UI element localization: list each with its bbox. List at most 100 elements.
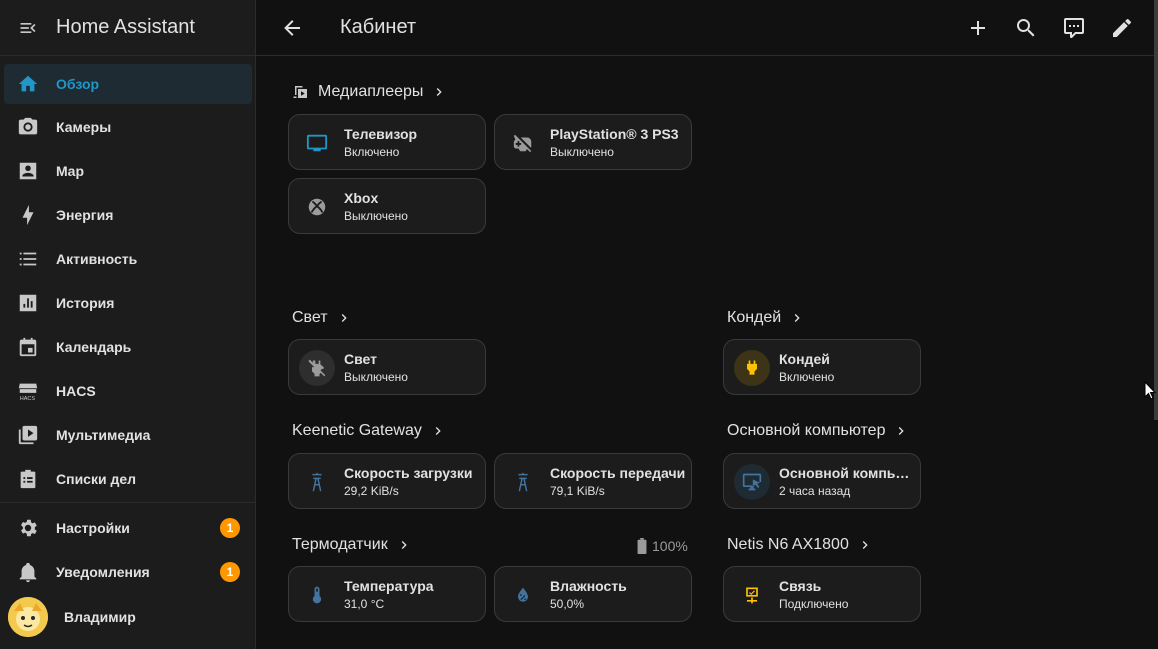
card-icon-wrap — [299, 464, 335, 500]
sidebar-item-activity[interactable]: Активность — [4, 239, 252, 279]
card-name: PlayStation® 3 PS3 — [550, 126, 679, 142]
card-icon-wrap — [299, 350, 335, 386]
map-icon — [19, 162, 37, 180]
card-state: 79,1 KiB/s — [550, 484, 605, 498]
chart-icon — [19, 294, 37, 312]
transmission-tower-icon — [518, 472, 528, 492]
card-tv[interactable]: Телевизор Включено — [288, 114, 486, 170]
card-icon-wrap — [299, 189, 335, 225]
chevron-right-icon — [435, 427, 441, 435]
sidebar-item-overview[interactable]: Обзор — [4, 64, 252, 104]
gear-icon — [21, 519, 37, 537]
monitor-cursor-icon — [742, 473, 762, 491]
chevron-right-icon — [899, 427, 905, 435]
sidebar-item-label: Уведомления — [56, 564, 150, 580]
sidebar-item-label: Энергия — [56, 207, 114, 223]
card-temperature[interactable]: Температура 31,0 °C — [288, 566, 486, 622]
card-icon-wrap — [505, 464, 541, 500]
add-button[interactable] — [966, 16, 990, 40]
card-icon-wrap — [299, 125, 335, 161]
search-button[interactable] — [1014, 16, 1038, 40]
card-icon-wrap — [299, 577, 335, 613]
card-connection[interactable]: Связь Подключено — [723, 566, 921, 622]
avatar-image — [8, 597, 48, 637]
card-ac[interactable]: Кондей Включено — [723, 339, 921, 395]
xbox-icon — [308, 198, 326, 216]
user-name[interactable]: Владимир — [64, 609, 136, 625]
scrollbar[interactable] — [1154, 0, 1158, 420]
battery-indicator: 100% — [636, 538, 688, 554]
sidebar-item-label: Map — [56, 163, 84, 179]
sidebar-item-label: Камеры — [56, 119, 112, 135]
page-title: Кабинет — [340, 16, 417, 38]
card-xbox[interactable]: Xbox Выключено — [288, 178, 486, 234]
card-download-speed[interactable]: Скорость загрузки 29,2 KiB/s — [288, 453, 486, 509]
home-icon — [18, 75, 38, 92]
section-title-text: Свет — [292, 309, 328, 326]
transmission-tower-icon — [312, 472, 322, 492]
sidebar-item-todo[interactable]: Списки дел — [4, 459, 252, 499]
card-state: Выключено — [344, 209, 408, 223]
avatar[interactable] — [8, 597, 48, 637]
section-main-pc[interactable]: Основной компьютер — [727, 422, 909, 440]
sidebar-item-label: Списки дел — [56, 471, 137, 487]
comment-processing-icon — [1064, 18, 1084, 38]
sidebar-item-label: Мультимедиа — [56, 427, 151, 443]
card-name: Xbox — [344, 190, 379, 206]
card-main-pc[interactable]: Основной компь… 2 часа назад — [723, 453, 921, 509]
card-icon-wrap — [734, 577, 770, 613]
menu-collapse-button[interactable] — [0, 0, 56, 56]
settings-badge: 1 — [220, 518, 240, 538]
search-icon — [1017, 19, 1035, 37]
section-keenetic[interactable]: Keenetic Gateway — [292, 422, 446, 440]
sidebar-item-label: Обзор — [56, 76, 100, 92]
sidebar-item-map[interactable]: Map — [4, 151, 252, 191]
bell-icon — [19, 562, 37, 583]
sidebar-item-hacs[interactable]: HACS HACS — [4, 371, 252, 411]
card-icon-wrap — [734, 350, 770, 386]
section-title-text: Термодатчик — [292, 536, 388, 553]
section-media-players[interactable]: Медиаплееры — [292, 83, 447, 101]
pencil-icon — [1113, 18, 1132, 37]
card-name: Основной компь… — [779, 465, 910, 481]
card-state: 2 часа назад — [779, 484, 851, 498]
arrow-left-icon — [284, 20, 300, 36]
sidebar-header: Home Assistant — [0, 0, 255, 56]
section-title-text: Netis N6 AX1800 — [727, 536, 849, 553]
card-state: Подключено — [779, 597, 849, 611]
sidebar-item-history[interactable]: История — [4, 283, 252, 323]
sidebar-title: Home Assistant — [56, 16, 195, 38]
lightning-icon — [22, 204, 34, 226]
sidebar-item-calendar[interactable]: Календарь — [4, 327, 252, 367]
assist-button[interactable] — [1062, 16, 1086, 40]
card-ps3[interactable]: PlayStation® 3 PS3 Выключено — [494, 114, 692, 170]
card-name: Связь — [779, 578, 822, 594]
edit-button[interactable] — [1110, 16, 1134, 40]
card-light[interactable]: Свет Выключено — [288, 339, 486, 395]
chevron-right-icon — [401, 541, 407, 549]
hacs-icon: HACS — [18, 383, 38, 402]
sidebar-item-settings[interactable]: Настройки 1 — [4, 508, 252, 548]
section-ac[interactable]: Кондей — [727, 309, 805, 327]
sidebar-item-media[interactable]: Мультимедиа — [4, 415, 252, 455]
sidebar-item-cameras[interactable]: Камеры — [4, 107, 252, 147]
card-humidity[interactable]: Влажность 50,0% — [494, 566, 692, 622]
sidebar-item-energy[interactable]: Энергия — [4, 195, 252, 235]
section-thermo-sensor[interactable]: Термодатчик — [292, 536, 412, 554]
battery-level: 100% — [652, 538, 688, 554]
back-button[interactable] — [280, 16, 304, 40]
card-upload-speed[interactable]: Скорость передачи 79,1 KiB/s — [494, 453, 692, 509]
sidebar-item-notifications[interactable]: Уведомления 1 — [4, 552, 252, 592]
top-bar: Кабинет — [256, 0, 1158, 56]
section-title-text: Основной компьютер — [727, 422, 886, 439]
section-light[interactable]: Свет — [292, 309, 352, 327]
sidebar-divider — [0, 502, 256, 503]
mouse-cursor-icon — [1144, 380, 1157, 406]
play-box-icon — [18, 425, 38, 445]
power-plug-off-icon — [308, 359, 326, 377]
card-state: Выключено — [344, 370, 408, 384]
section-netis-router[interactable]: Netis N6 AX1800 — [727, 536, 873, 554]
gamepad-off-icon — [513, 134, 532, 153]
section-title-text: Keenetic Gateway — [292, 422, 422, 439]
sidebar-item-label: История — [56, 295, 115, 311]
